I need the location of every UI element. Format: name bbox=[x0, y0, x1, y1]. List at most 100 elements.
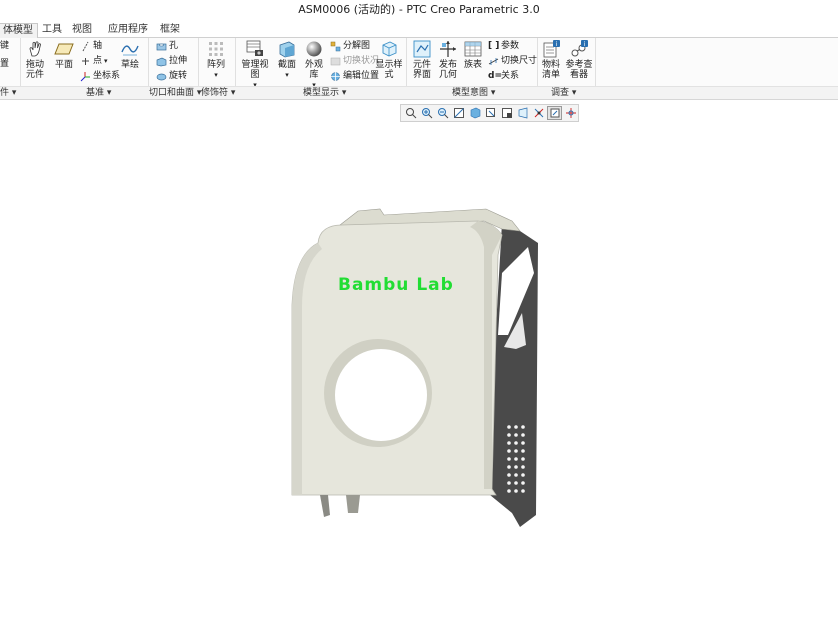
sphere-icon bbox=[306, 41, 322, 57]
group-model-intent-label[interactable]: 模型意图 ▾ bbox=[452, 87, 495, 100]
publish-geometry-label-2: 几何 bbox=[438, 70, 457, 80]
component-interface-button[interactable]: 元件 界面 bbox=[410, 40, 434, 80]
sketch-label: 草绘 bbox=[120, 60, 139, 70]
point-button[interactable]: 点 ▾ bbox=[80, 55, 108, 67]
group-datum-label[interactable]: 基准 ▾ bbox=[86, 87, 111, 100]
bom-label-2: 清单 bbox=[541, 70, 560, 80]
display-style-label-2: 式 bbox=[384, 70, 394, 80]
sketch-button[interactable]: 草绘 bbox=[118, 40, 142, 70]
spin-center-icon[interactable] bbox=[563, 106, 578, 120]
explode-icon bbox=[330, 41, 341, 52]
csys-label: 坐标系 bbox=[93, 71, 121, 81]
hand-icon bbox=[29, 41, 41, 57]
bom-icon: i bbox=[543, 40, 560, 58]
display-style-icon[interactable] bbox=[468, 106, 483, 120]
revolve-label: 旋转 bbox=[169, 71, 188, 81]
partial-button-1[interactable]: 键 bbox=[0, 40, 9, 52]
bom-label-1: 物料 bbox=[541, 60, 560, 70]
revolve-icon bbox=[156, 71, 167, 82]
revolve-button[interactable]: 旋转 bbox=[156, 70, 187, 82]
group-cut-surface-label[interactable]: 切口和曲面 ▾ bbox=[149, 87, 201, 100]
braces-icon: [ ] bbox=[488, 41, 500, 51]
section-icon bbox=[279, 41, 295, 58]
graphics-toolbar bbox=[400, 104, 579, 122]
toggle-status-button[interactable]: 切换状况 bbox=[330, 55, 379, 67]
hole-button[interactable]: 孔 bbox=[156, 40, 178, 52]
group-part-label[interactable]: 件 ▾ bbox=[0, 87, 16, 100]
partial-button-2[interactable]: 置 bbox=[0, 58, 9, 70]
extrude-button[interactable]: 拉伸 bbox=[156, 55, 187, 67]
explode-label: 分解图 bbox=[343, 41, 371, 51]
group-model-display-label[interactable]: 模型显示 ▾ bbox=[303, 87, 346, 100]
explode-view-button[interactable]: 分解图 bbox=[330, 40, 370, 52]
perspective-icon[interactable] bbox=[515, 106, 530, 120]
annotation-display-icon[interactable] bbox=[547, 106, 563, 120]
toggle-dimensions-label: 切换尺寸 bbox=[501, 56, 538, 66]
3d-model-viewport[interactable]: Bambu Lab bbox=[280, 195, 550, 535]
repaint-icon[interactable] bbox=[452, 106, 467, 120]
plane-label: 平面 bbox=[54, 60, 73, 70]
tab-tools[interactable]: 工具 bbox=[38, 23, 66, 38]
datum-display-icon[interactable] bbox=[531, 106, 546, 120]
zoom-out-icon[interactable] bbox=[436, 106, 451, 120]
model-vent-grid bbox=[507, 425, 525, 493]
section-label: 截面 bbox=[277, 60, 296, 70]
tab-model[interactable]: 体模型 bbox=[0, 23, 38, 39]
extrude-label: 拉伸 bbox=[169, 56, 188, 66]
family-table-button[interactable]: 族表 bbox=[462, 40, 484, 70]
tab-framework[interactable]: 框架 bbox=[156, 23, 184, 38]
relations-button[interactable]: d= 关系 bbox=[488, 70, 519, 82]
model-logo-text: Bambu Lab bbox=[338, 275, 454, 295]
csys-icon bbox=[80, 71, 91, 82]
group-modifiers-label[interactable]: 修饰符 ▾ bbox=[201, 87, 235, 100]
reference-viewer-label-2: 看器 bbox=[569, 70, 588, 80]
drag-label-2: 元件 bbox=[25, 70, 44, 80]
publish-geometry-label-1: 发布 bbox=[438, 60, 457, 70]
edit-position-button[interactable]: 编辑位置 bbox=[330, 70, 379, 82]
pattern-button[interactable]: 阵列 ▾ bbox=[204, 40, 228, 80]
cube-icon bbox=[382, 41, 397, 57]
tab-view[interactable]: 视图 bbox=[68, 23, 96, 38]
model-opening bbox=[335, 349, 427, 441]
tab-applications[interactable]: 应用程序 bbox=[104, 23, 152, 38]
group-investigate-label[interactable]: 调查 ▾ bbox=[551, 87, 576, 100]
edit-position-icon bbox=[330, 71, 341, 82]
manage-views-label: 管理视图 bbox=[241, 60, 269, 80]
table-icon bbox=[464, 41, 482, 57]
point-label: 点 bbox=[93, 56, 103, 66]
manage-views-icon bbox=[246, 40, 263, 56]
saved-orientations-icon[interactable] bbox=[484, 106, 499, 120]
bom-button[interactable]: i 物料 清单 bbox=[540, 40, 562, 80]
hole-label: 孔 bbox=[169, 41, 179, 51]
reference-viewer-label-1: 参考查 bbox=[565, 60, 593, 70]
dimension-icon bbox=[488, 56, 499, 67]
csys-button[interactable]: 坐标系 bbox=[80, 70, 120, 82]
parameters-button[interactable]: [ ] 参数 bbox=[488, 40, 519, 52]
parameters-label: 参数 bbox=[501, 41, 520, 51]
plane-icon bbox=[54, 43, 74, 55]
component-interface-label-1: 元件 bbox=[412, 60, 431, 70]
component-interface-label-2: 界面 bbox=[412, 70, 431, 80]
extrude-icon bbox=[156, 56, 167, 67]
model-bottom-tab-left bbox=[320, 495, 330, 517]
appearance-label: 外观库 bbox=[304, 60, 323, 80]
pattern-label: 阵列 bbox=[206, 60, 225, 70]
hole-icon bbox=[156, 41, 167, 52]
view-manager-icon[interactable] bbox=[499, 106, 514, 120]
refit-icon[interactable] bbox=[404, 106, 419, 120]
appearance-gallery-button[interactable]: 外观库 ▾ bbox=[302, 40, 326, 90]
drag-components-button[interactable]: 拖动 元件 bbox=[24, 40, 46, 80]
publish-geometry-button[interactable]: 发布 几何 bbox=[436, 40, 460, 80]
manage-views-button[interactable]: 管理视图 ▾ bbox=[238, 40, 272, 90]
toggle-dimensions-button[interactable]: 切换尺寸 bbox=[488, 55, 537, 67]
zoom-in-icon[interactable] bbox=[420, 106, 435, 120]
reference-viewer-button[interactable]: i 参考查 看器 bbox=[564, 40, 594, 80]
display-style-button[interactable]: 显示样 式 bbox=[374, 40, 404, 80]
section-button[interactable]: 截面 ▾ bbox=[276, 40, 298, 80]
plane-button[interactable]: 平面 bbox=[52, 40, 76, 70]
point-icon bbox=[80, 56, 91, 67]
component-interface-icon bbox=[413, 40, 431, 58]
ribbon-group-bar: 件 ▾ 基准 ▾ 切口和曲面 ▾ 修饰符 ▾ 模型显示 ▾ 模型意图 ▾ 调查 … bbox=[0, 86, 838, 100]
family-table-label: 族表 bbox=[463, 60, 482, 70]
axis-button[interactable]: 轴 bbox=[80, 40, 102, 52]
